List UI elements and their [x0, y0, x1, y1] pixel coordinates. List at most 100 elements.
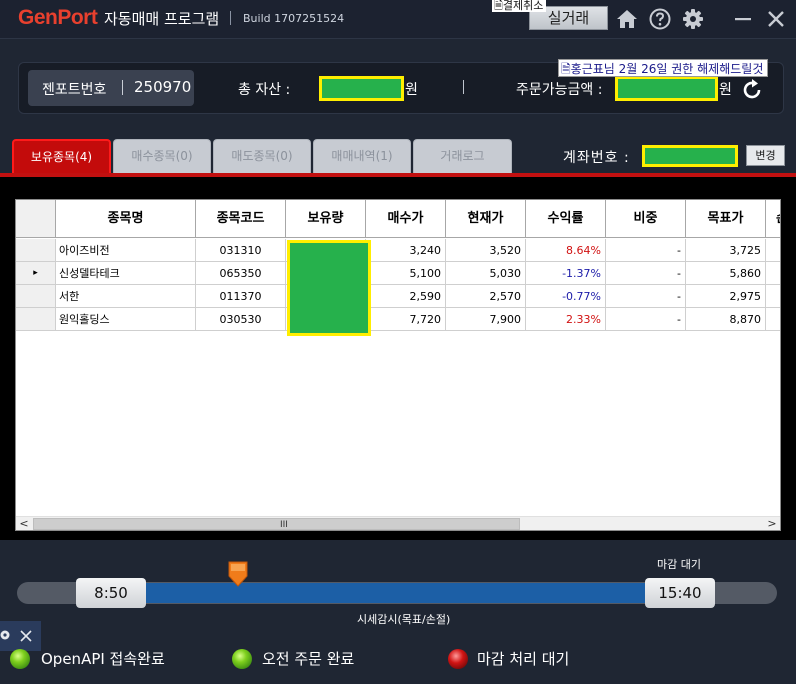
row-selected-indicator: ▸	[16, 262, 56, 285]
closing-status-label: 마감 처리 대기	[477, 650, 570, 668]
target-price: 5,860	[686, 262, 766, 285]
openapi-status-indicator	[10, 649, 30, 669]
col-header-current-price[interactable]: 현재가	[446, 200, 526, 238]
timeline-active-range	[141, 583, 651, 603]
gear-icon[interactable]	[680, 6, 706, 32]
stock-name: 원익홀딩스	[56, 308, 196, 331]
available-amount-value-masked	[615, 76, 718, 101]
home-icon[interactable]	[614, 6, 640, 32]
close-icon[interactable]	[763, 6, 789, 32]
col-header-stop-loss[interactable]: 손	[766, 200, 780, 238]
col-header-target-price[interactable]: 목표가	[686, 200, 766, 238]
end-time[interactable]: 15:40	[645, 578, 715, 608]
col-header-buy-price[interactable]: 매수가	[366, 200, 446, 238]
settlement-cancel-note: 🗎결제취소	[492, 0, 547, 12]
tab-trade-history[interactable]: 매매내역(1)	[313, 139, 411, 173]
scroll-thumb[interactable]: III	[33, 518, 520, 530]
stock-code: 031310	[196, 239, 286, 262]
current-price: 7,900	[446, 308, 526, 331]
stock-code: 011370	[196, 285, 286, 308]
return-rate: 2.33%	[526, 308, 606, 331]
stock-code: 030530	[196, 308, 286, 331]
horizontal-scrollbar[interactable]: < III >	[16, 516, 780, 530]
weight: -	[606, 239, 686, 262]
col-header-name[interactable]: 종목명	[56, 200, 196, 238]
account-number-label: 계좌번호 :	[563, 150, 630, 166]
available-amount-label: 주문가능금액 :	[516, 82, 603, 98]
stop-loss	[766, 285, 780, 308]
account-number-value-masked[interactable]	[642, 145, 738, 167]
current-price: 5,030	[446, 262, 526, 285]
note-icon: 🗎	[561, 62, 571, 76]
note-icon: 🗎	[494, 0, 503, 12]
settlement-cancel-label: 결제취소	[502, 0, 544, 12]
col-header-quantity[interactable]: 보유량	[286, 200, 366, 238]
target-price: 3,725	[686, 239, 766, 262]
row-header-corner	[16, 200, 56, 238]
target-price: 8,870	[686, 308, 766, 331]
genport-number-label: 젠포트번호	[42, 82, 107, 98]
col-header-code[interactable]: 종목코드	[196, 200, 286, 238]
col-header-weight[interactable]: 비중	[606, 200, 686, 238]
tab-sell-stocks[interactable]: 매도종목(0)	[213, 139, 311, 173]
scroll-right-arrow[interactable]: >	[764, 517, 780, 530]
morning-order-status-label: 오전 주문 완료	[262, 650, 355, 668]
buy-price: 3,240	[366, 239, 446, 262]
col-header-return[interactable]: 수익률	[526, 200, 606, 238]
stock-code: 065350	[196, 262, 286, 285]
genport-logo: GenPort	[18, 6, 98, 29]
permission-notice-text: 홍근표님 2월 26일 권한 해제해드릴것	[570, 62, 764, 76]
total-assets-label: 총 자산 :	[238, 82, 291, 98]
change-account-button[interactable]: 변경	[746, 145, 785, 166]
buy-price: 2,590	[366, 285, 446, 308]
gear-icon[interactable]	[0, 628, 12, 642]
genport-number-divider	[122, 80, 123, 95]
return-rate: -1.37%	[526, 262, 606, 285]
table-row[interactable]: 서한 011370 2,590 2,570 -0.77% - 2,975	[16, 285, 780, 308]
tab-buy-stocks[interactable]: 매수종목(0)	[113, 139, 211, 173]
tab-holdings[interactable]: 보유종목(4)	[12, 139, 111, 173]
buy-price: 5,100	[366, 262, 446, 285]
genport-number-value: 250970	[134, 78, 192, 96]
total-assets-currency: 원	[405, 82, 418, 98]
table-row[interactable]: 아이즈비전 031310 3,240 3,520 8.64% - 3,725	[16, 239, 780, 262]
stock-name: 서한	[56, 285, 196, 308]
tab-trade-log[interactable]: 거래로그	[413, 139, 512, 173]
start-time[interactable]: 8:50	[76, 578, 146, 608]
title-divider	[230, 11, 231, 25]
current-price: 3,520	[446, 239, 526, 262]
closing-wait-label: 마감 대기	[657, 558, 701, 571]
help-icon[interactable]	[647, 6, 673, 32]
stock-name: 신성델타테크	[56, 262, 196, 285]
scroll-left-arrow[interactable]: <	[16, 517, 32, 530]
openapi-status-label: OpenAPI 접속완료	[41, 650, 165, 668]
return-rate: 8.64%	[526, 239, 606, 262]
stock-name: 아이즈비전	[56, 239, 196, 262]
scroll-grip: III	[280, 520, 288, 530]
close-icon[interactable]	[19, 629, 33, 643]
refresh-icon[interactable]	[741, 77, 765, 103]
table-row[interactable]: 원익홀딩스 030530 7,720 7,900 2.33% - 8,870	[16, 308, 780, 331]
current-time-marker-icon	[228, 561, 248, 587]
holdings-table: 종목명 종목코드 보유량 매수가 현재가 수익률 비중 목표가 손 아이즈비전 …	[15, 199, 781, 531]
price-monitor-label: 시세감시(목표/손절)	[357, 613, 451, 626]
morning-order-status-indicator	[232, 649, 252, 669]
return-rate: -0.77%	[526, 285, 606, 308]
weight: -	[606, 262, 686, 285]
app-title: 자동매매 프로그램	[104, 10, 220, 28]
available-amount-currency: 원	[719, 82, 732, 98]
permission-notice: 🗎홍근표님 2월 26일 권한 해제해드릴것	[558, 59, 769, 77]
table-row[interactable]: ▸ 신성델타테크 065350 5,100 5,030 -1.37% - 5,8…	[16, 262, 780, 285]
side-toolbar	[0, 621, 41, 651]
row-header	[16, 239, 56, 262]
row-header	[16, 308, 56, 331]
current-price: 2,570	[446, 285, 526, 308]
row-header	[16, 285, 56, 308]
stop-loss	[766, 239, 780, 262]
weight: -	[606, 285, 686, 308]
target-price: 2,975	[686, 285, 766, 308]
minimize-icon[interactable]	[730, 6, 756, 32]
info-divider	[463, 80, 464, 94]
stop-loss	[766, 262, 780, 285]
stop-loss	[766, 308, 780, 331]
